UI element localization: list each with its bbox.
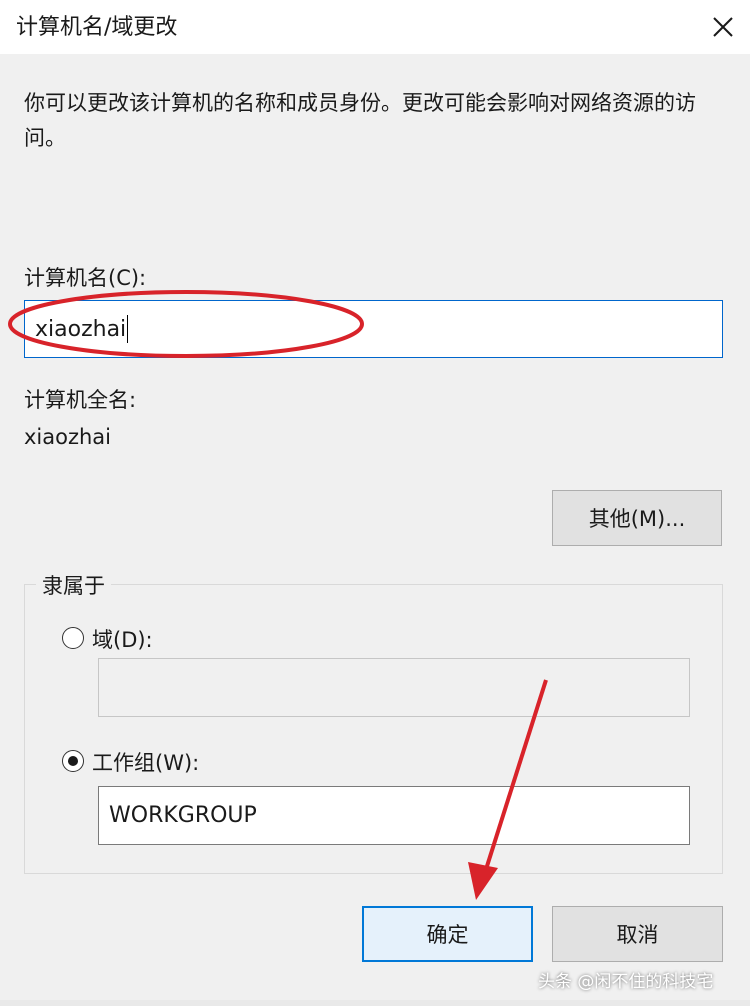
workgroup-input[interactable]: WORKGROUP [98,786,690,845]
full-name-label: 计算机全名: [24,388,137,412]
workgroup-radio[interactable] [62,750,84,772]
close-button[interactable] [696,0,750,54]
domain-input[interactable] [98,658,690,717]
full-name-value: xiaozhai [24,425,112,449]
window-title: 计算机名/域更改 [16,15,178,40]
computer-name-label: 计算机名(C): [24,266,147,290]
bottom-strip [0,1000,750,1006]
workgroup-value: WORKGROUP [109,803,257,828]
member-of-title: 隶属于 [36,570,111,600]
computer-name-value: xiaozhai [35,316,127,342]
domain-radio[interactable] [62,627,84,649]
cancel-button[interactable]: 取消 [552,906,723,962]
title-bar: 计算机名/域更改 [0,0,750,54]
watermark: 头条 @闲不住的科技宅 [538,972,714,992]
workgroup-label: 工作组(W): [92,751,200,775]
domain-label: 域(D): [92,628,153,652]
close-icon [713,17,733,37]
description-text: 你可以更改该计算机的名称和成员身份。更改可能会影响对网络资源的访问。 [24,91,696,150]
radio-selected-dot [68,756,78,766]
more-button[interactable]: 其他(M)... [552,490,722,546]
ok-button[interactable]: 确定 [362,906,533,962]
computer-name-input[interactable]: xiaozhai [24,300,723,358]
text-caret [127,315,129,343]
